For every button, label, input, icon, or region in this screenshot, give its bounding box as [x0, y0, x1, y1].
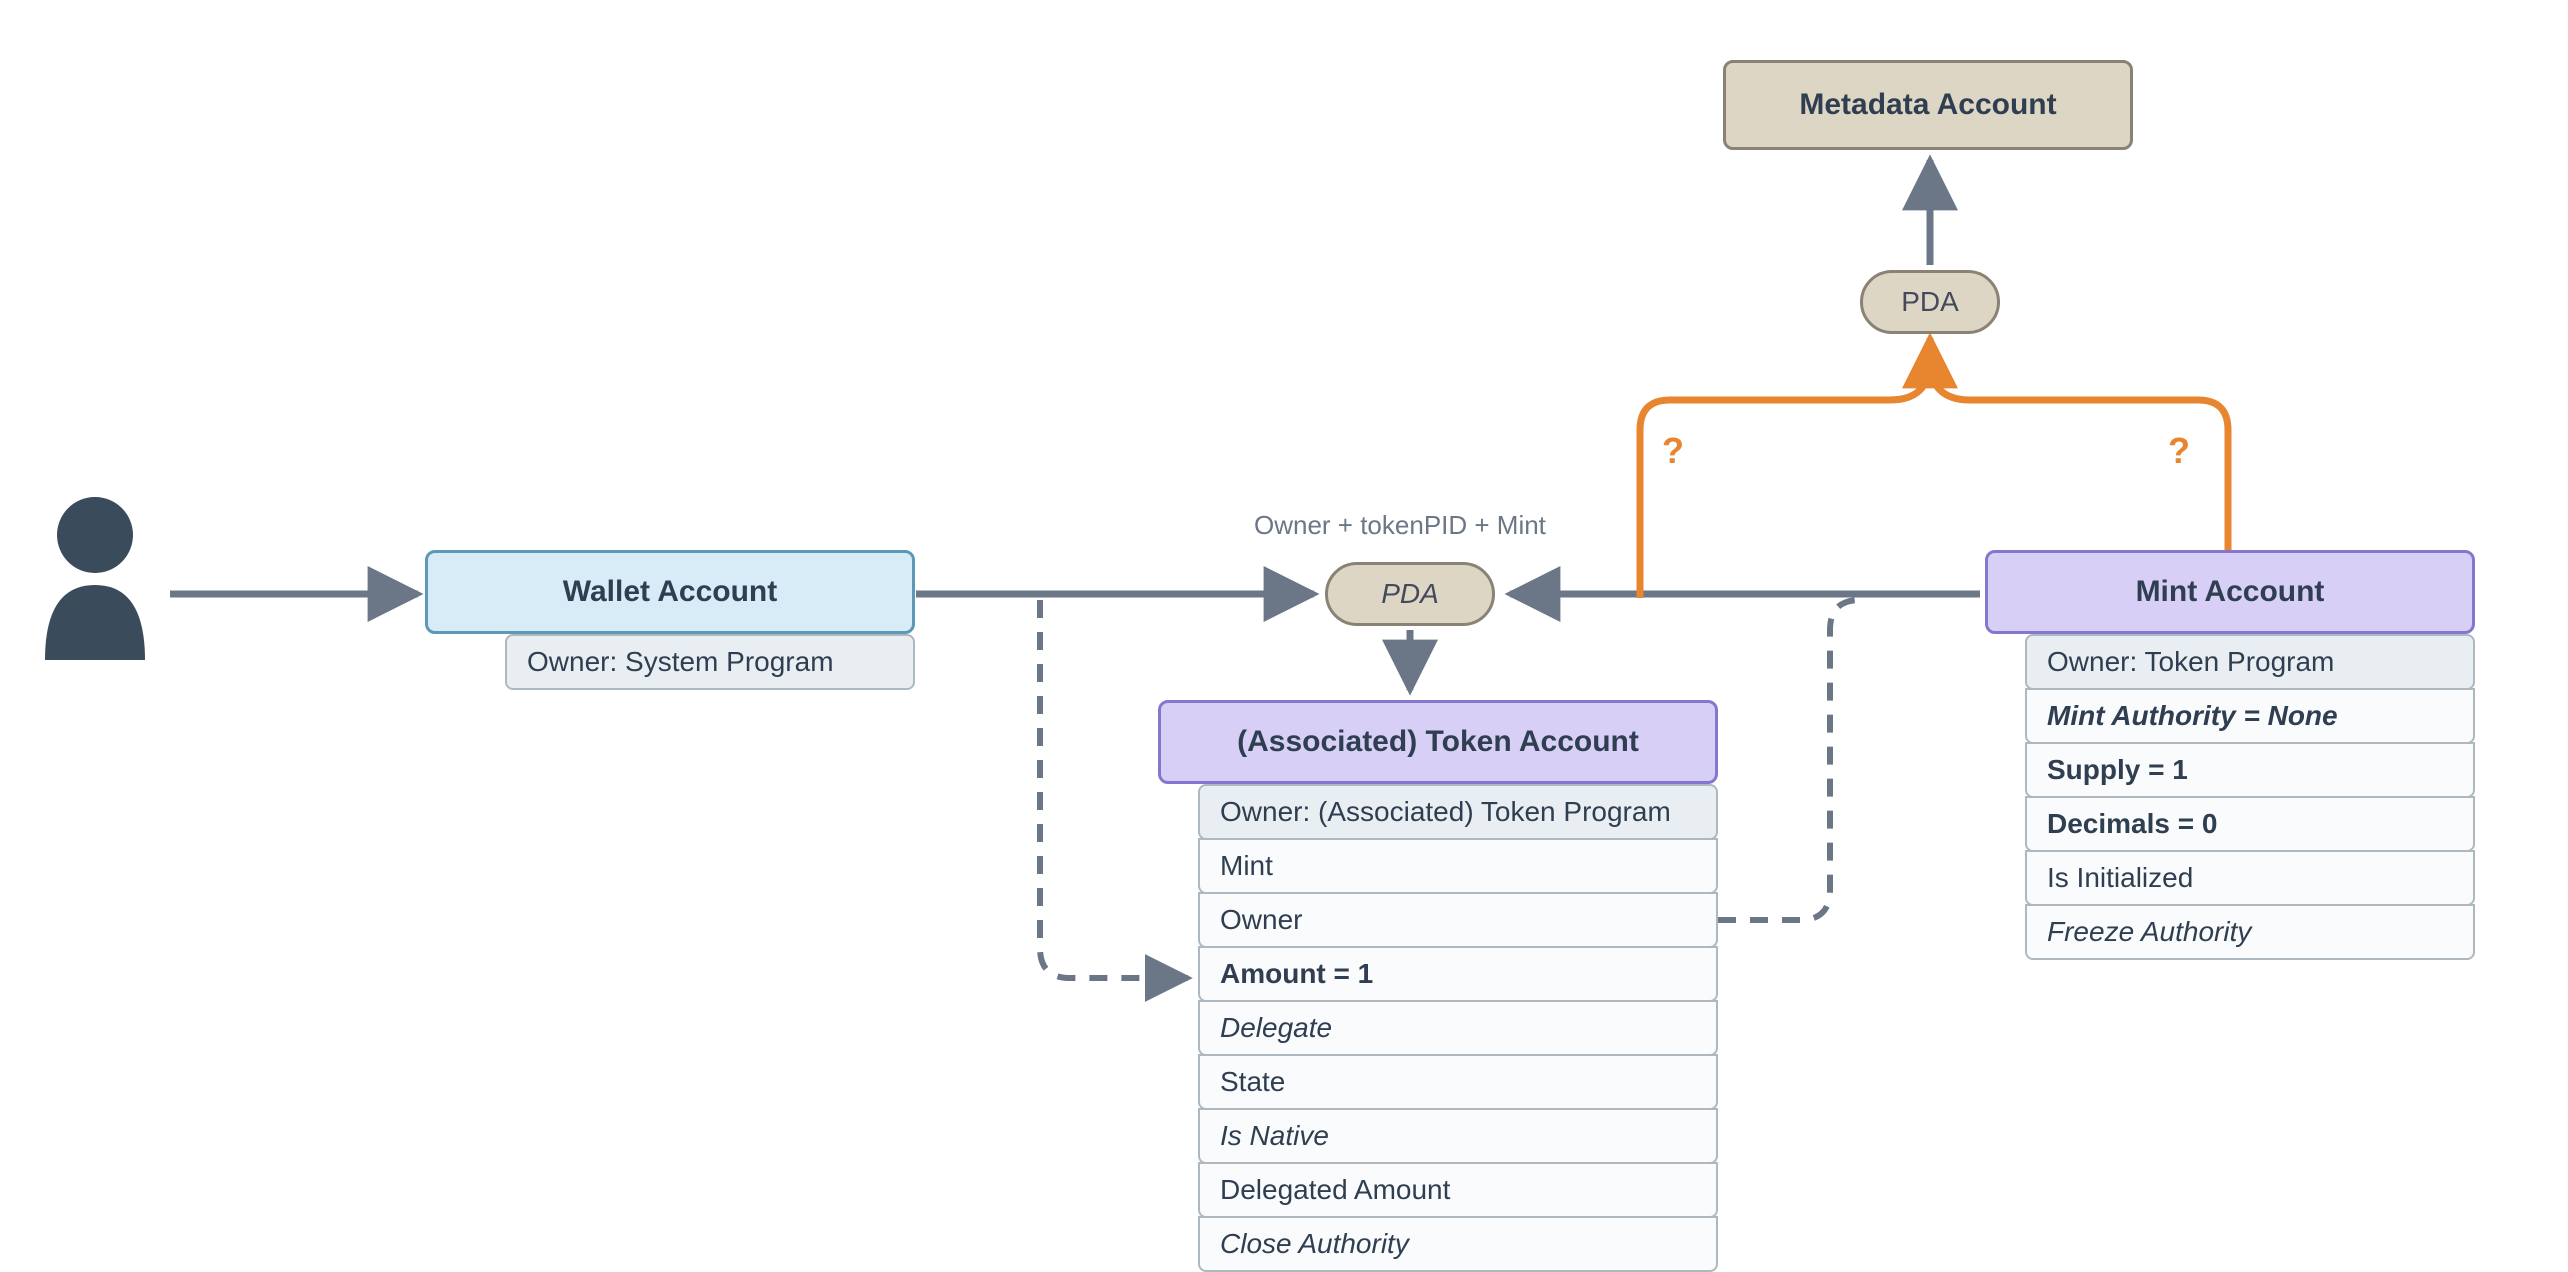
wallet-account-label: Wallet Account: [563, 575, 777, 609]
mint-owner-row: Owner: Token Program: [2025, 634, 2475, 690]
mint-props: Owner: Token Program Mint Authority = No…: [1985, 634, 2475, 960]
wallet-props: Owner: System Program: [465, 634, 915, 690]
metadata-account-label: Metadata Account: [1799, 88, 2056, 122]
mint-row-freeze: Freeze Authority: [2025, 904, 2475, 960]
token-row-mint: Mint: [1198, 838, 1718, 894]
pda-mid-pill: PDA: [1325, 562, 1495, 626]
wallet-account-node: Wallet Account: [425, 550, 915, 634]
token-account-label: (Associated) Token Account: [1237, 725, 1639, 759]
token-row-amount: Amount = 1: [1198, 946, 1718, 1002]
token-row-state: State: [1198, 1054, 1718, 1110]
pda-hint: Owner + tokenPID + Mint: [1254, 510, 1546, 541]
question-right: ?: [2168, 430, 2190, 472]
question-left: ?: [1662, 430, 1684, 472]
token-row-delegate: Delegate: [1198, 1000, 1718, 1056]
mint-account-label: Mint Account: [2136, 575, 2325, 609]
mint-row-authority: Mint Authority = None: [2025, 688, 2475, 744]
token-row-isnative: Is Native: [1198, 1108, 1718, 1164]
metadata-account-node: Metadata Account: [1723, 60, 2133, 150]
token-row-owner: Owner: [1198, 892, 1718, 948]
mint-account-node: Mint Account: [1985, 550, 2475, 634]
mint-row-initialized: Is Initialized: [2025, 850, 2475, 906]
token-props: Owner: (Associated) Token Program Mint O…: [1158, 784, 1718, 1272]
wallet-owner-row: Owner: System Program: [505, 634, 915, 690]
token-owner-row: Owner: (Associated) Token Program: [1198, 784, 1718, 840]
mint-row-decimals: Decimals = 0: [2025, 796, 2475, 852]
diagram-canvas: Metadata Account PDA ? ? Wallet Account …: [0, 0, 2568, 1224]
pda-top-pill: PDA: [1860, 270, 2000, 334]
pda-mid-label: PDA: [1381, 578, 1439, 610]
token-account-node: (Associated) Token Account: [1158, 700, 1718, 784]
token-row-close-authority: Close Authority: [1198, 1216, 1718, 1272]
pda-top-label: PDA: [1901, 286, 1959, 318]
user-icon: [35, 490, 155, 650]
token-row-delegated-amount: Delegated Amount: [1198, 1162, 1718, 1218]
mint-row-supply: Supply = 1: [2025, 742, 2475, 798]
